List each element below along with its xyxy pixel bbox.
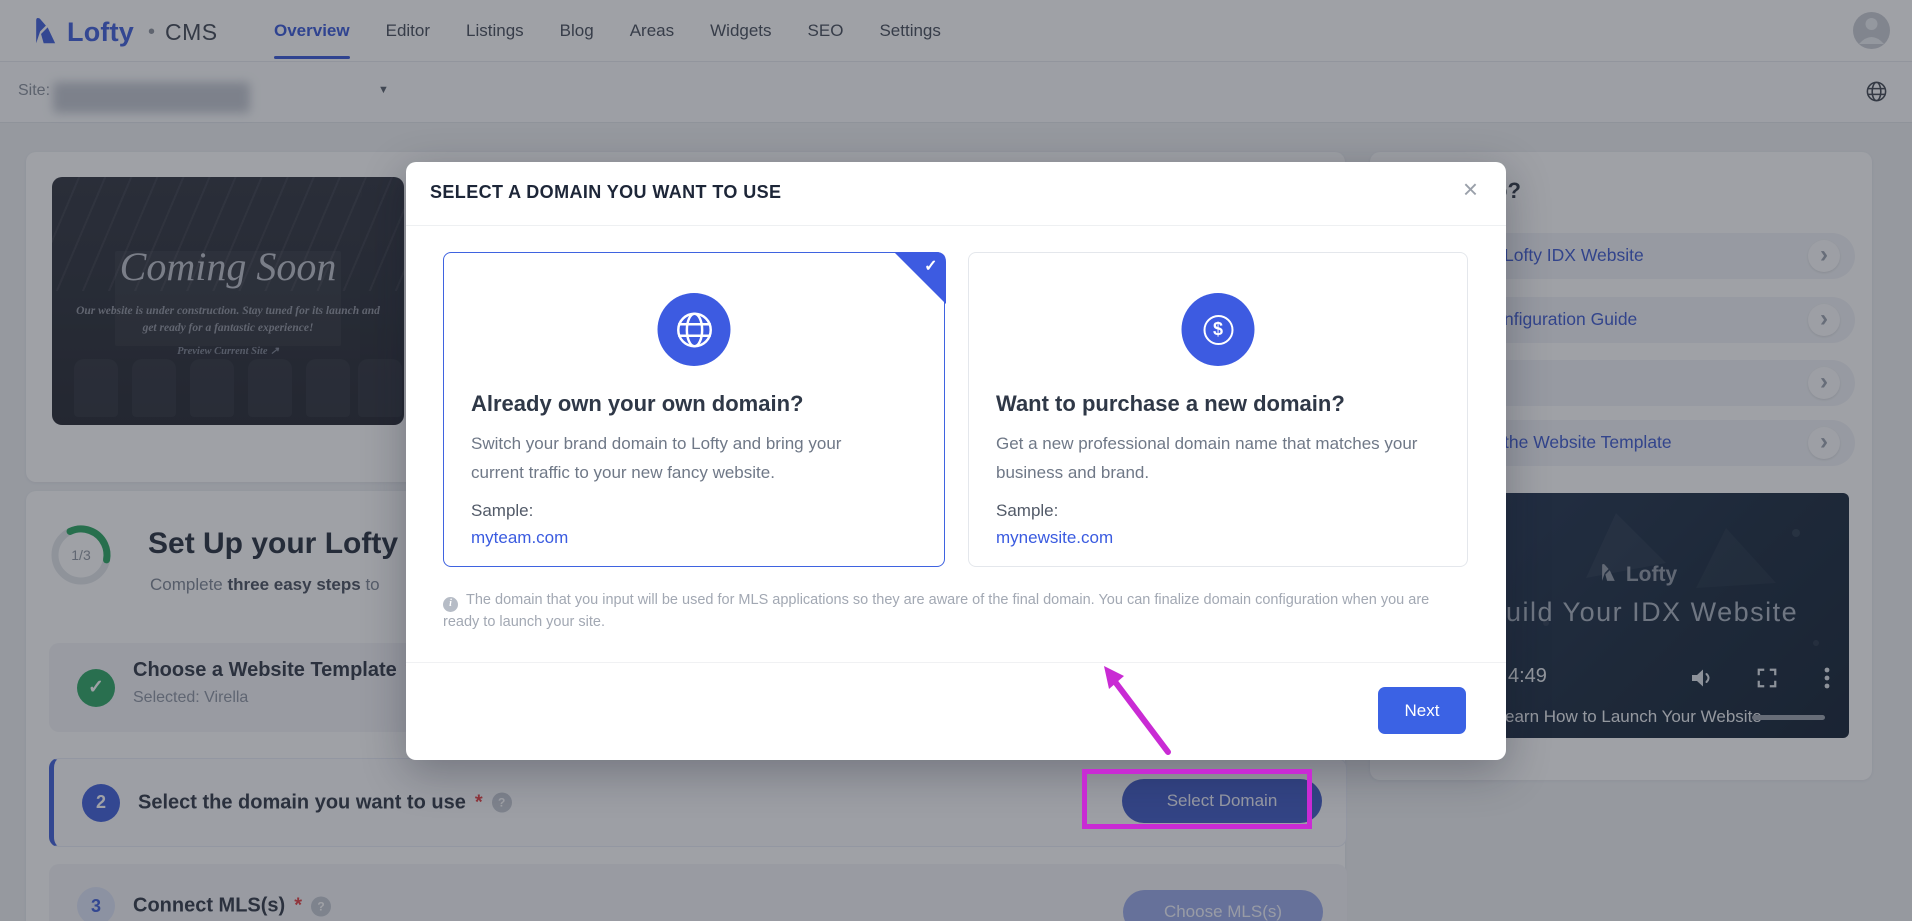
option-description: Get a new professional domain name that …: [996, 429, 1432, 487]
selected-check-badge: ✓: [894, 252, 946, 304]
option-title: Already own your own domain?: [471, 391, 803, 417]
dollar-icon: $: [1182, 293, 1255, 366]
modal-title: SELECT A DOMAIN YOU WANT TO USE: [430, 182, 781, 203]
option-own-domain-card[interactable]: ✓ Already own your own domain? Switch yo…: [443, 252, 945, 567]
info-icon: i: [443, 597, 458, 612]
mls-note-text: The domain that you input will be used f…: [443, 592, 1429, 630]
select-domain-modal: SELECT A DOMAIN YOU WANT TO USE × ✓ Alre…: [406, 162, 1506, 760]
next-button[interactable]: Next: [1378, 687, 1466, 734]
dollar-glyph: $: [1203, 315, 1233, 345]
option-description: Switch your brand domain to Lofty and br…: [471, 429, 879, 487]
option-title: Want to purchase a new domain?: [996, 391, 1345, 417]
sample-domain-link[interactable]: mynewsite.com: [996, 528, 1113, 548]
app-screen: Lofty • CMS Overview Editor Listings Blo…: [0, 0, 1912, 921]
modal-footer-divider: [406, 662, 1506, 663]
option-new-domain-card[interactable]: $ Want to purchase a new domain? Get a n…: [968, 252, 1468, 567]
mls-note: iThe domain that you input will be used …: [443, 590, 1463, 632]
check-icon: ✓: [924, 256, 937, 276]
modal-header-divider: [406, 225, 1506, 226]
globe-icon: [658, 293, 731, 366]
sample-domain-link[interactable]: myteam.com: [471, 528, 568, 548]
close-icon[interactable]: ×: [1463, 176, 1478, 202]
sample-label: Sample:: [996, 501, 1058, 521]
sample-label: Sample:: [471, 501, 533, 521]
